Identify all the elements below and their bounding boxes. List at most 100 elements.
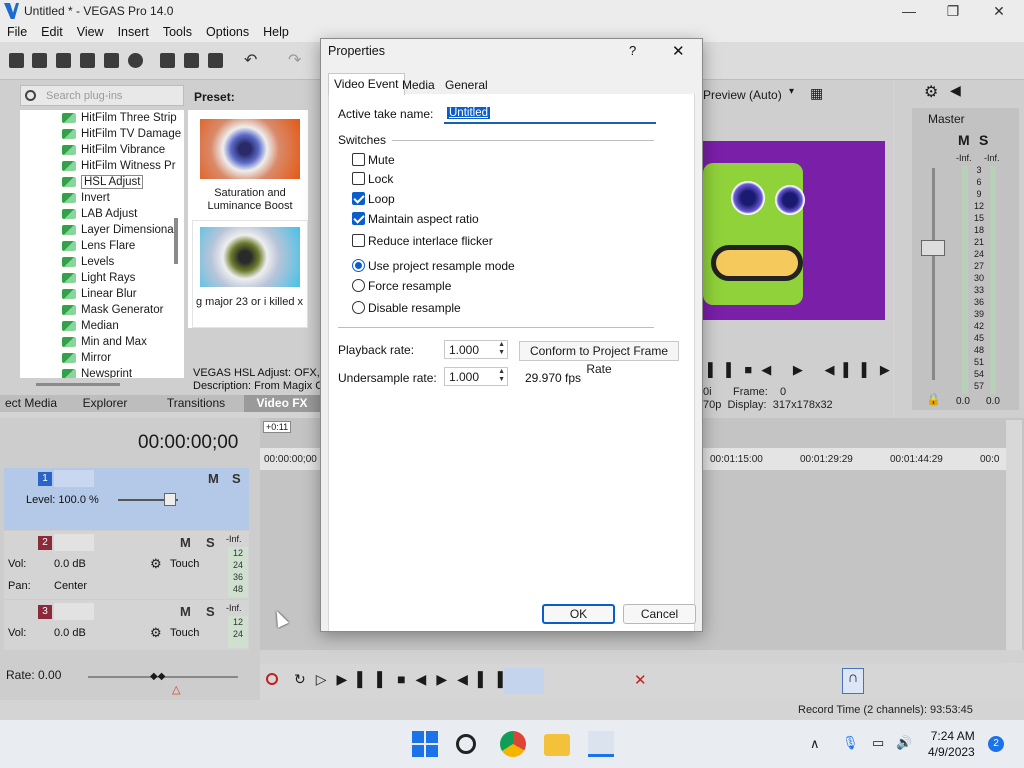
undo-icon[interactable]: ↶ bbox=[244, 50, 259, 69]
snap-magnet-icon[interactable]: ∩ bbox=[842, 668, 864, 694]
mute-checkbox[interactable] bbox=[352, 153, 365, 166]
tab-media[interactable]: Media bbox=[397, 75, 440, 95]
mute-button[interactable]: M bbox=[208, 471, 219, 486]
maintain-aspect-checkbox[interactable] bbox=[352, 212, 365, 225]
touch-mode[interactable]: Touch bbox=[170, 627, 199, 639]
save-as-icon[interactable] bbox=[80, 53, 95, 68]
tree-item[interactable]: Mask Generator bbox=[20, 302, 184, 318]
tree-item[interactable]: Min and Max bbox=[20, 334, 184, 350]
tree-item[interactable]: LAB Adjust bbox=[20, 206, 184, 222]
tree-item[interactable]: Light Rays bbox=[20, 270, 184, 286]
network-icon[interactable]: ▭ bbox=[872, 735, 884, 751]
tree-item[interactable]: Median bbox=[20, 318, 184, 334]
preview-mode-select[interactable]: Preview (Auto) bbox=[703, 88, 782, 102]
solo-button[interactable]: S bbox=[232, 471, 241, 486]
menu-help[interactable]: Help bbox=[256, 25, 296, 39]
solo-button[interactable]: S bbox=[979, 132, 988, 148]
properties-gear-icon[interactable] bbox=[128, 53, 143, 68]
timeline-hscrollbar[interactable] bbox=[260, 650, 1024, 663]
vegas-taskbar-icon[interactable] bbox=[588, 731, 614, 757]
tree-hscrollbar[interactable] bbox=[36, 383, 120, 386]
notification-badge[interactable]: 2 bbox=[988, 736, 1004, 752]
disable-resample-radio[interactable] bbox=[352, 301, 365, 314]
level-slider-handle[interactable] bbox=[164, 493, 176, 506]
preset-thumb-saturation[interactable] bbox=[200, 119, 300, 179]
speaker-icon[interactable]: ◀ bbox=[950, 82, 961, 99]
menu-tools[interactable]: Tools bbox=[156, 25, 199, 39]
tab-project-media[interactable]: ect Media bbox=[0, 395, 62, 412]
volume-icon[interactable]: 🔊 bbox=[896, 735, 912, 751]
tab-explorer[interactable]: Explorer bbox=[62, 395, 148, 412]
microphone-icon[interactable]: 🎙 bbox=[842, 735, 859, 751]
chevron-up-icon[interactable]: ∧ bbox=[810, 736, 820, 752]
gear-icon[interactable]: ⚙ bbox=[150, 625, 162, 641]
tree-item[interactable]: Layer Dimensional bbox=[20, 222, 184, 238]
tab-video-fx[interactable]: Video FX bbox=[244, 395, 320, 412]
loop-checkbox[interactable] bbox=[352, 192, 365, 205]
lock-icon[interactable]: 🔒 bbox=[926, 392, 941, 406]
take-name-input[interactable]: Untitled bbox=[444, 105, 656, 124]
track-name-field[interactable] bbox=[54, 603, 94, 620]
tree-item[interactable]: HitFilm Vibrance bbox=[20, 142, 184, 158]
touch-mode[interactable]: Touch bbox=[170, 558, 199, 570]
menu-edit[interactable]: Edit bbox=[34, 25, 70, 39]
windows-start-icon[interactable] bbox=[412, 731, 438, 757]
rate-slider-handle[interactable]: ◆◆ bbox=[150, 671, 165, 682]
record-icon[interactable] bbox=[266, 673, 278, 685]
spin-arrows-icon[interactable]: ▲ ▼ bbox=[498, 341, 505, 357]
solo-button[interactable]: S bbox=[206, 604, 215, 619]
new-file-icon[interactable] bbox=[9, 53, 24, 68]
audio-track-3[interactable]: 3 M S Vol: 0.0 dB ⚙ Touch -Inf. 12 24 bbox=[4, 600, 249, 650]
menu-view[interactable]: View bbox=[70, 25, 111, 39]
mute-button[interactable]: M bbox=[958, 132, 970, 148]
master-fader-handle[interactable] bbox=[921, 240, 945, 256]
track-name-field[interactable] bbox=[54, 470, 94, 487]
menu-options[interactable]: Options bbox=[199, 25, 256, 39]
audio-track-2[interactable]: 2 M S Vol: 0.0 dB Pan: Center ⚙ Touch 12… bbox=[4, 531, 249, 599]
menu-file[interactable]: File bbox=[0, 25, 34, 39]
copy-icon[interactable] bbox=[184, 53, 199, 68]
file-explorer-icon[interactable] bbox=[544, 734, 570, 756]
save-icon[interactable] bbox=[56, 53, 71, 68]
tree-scrollbar[interactable] bbox=[174, 218, 178, 264]
tree-item[interactable]: Newsprint bbox=[20, 366, 184, 378]
search-icon[interactable] bbox=[456, 734, 476, 754]
solo-button[interactable]: S bbox=[206, 535, 215, 550]
tree-item[interactable]: Levels bbox=[20, 254, 184, 270]
track-name-field[interactable] bbox=[54, 534, 94, 551]
reduce-flicker-checkbox[interactable] bbox=[352, 234, 365, 247]
plugin-tree[interactable]: HitFilm Three Strip HitFilm TV Damage Hi… bbox=[20, 110, 184, 378]
tab-transitions[interactable]: Transitions bbox=[148, 395, 244, 412]
lock-checkbox[interactable] bbox=[352, 172, 365, 185]
plugin-search-input[interactable]: Search plug-ins bbox=[20, 85, 184, 106]
video-track-1[interactable]: 1 M S Level: 100.0 % bbox=[4, 468, 249, 530]
minimize-button[interactable]: — bbox=[886, 0, 932, 22]
close-window-button[interactable]: ✕ bbox=[976, 0, 1022, 22]
tree-item[interactable]: HitFilm Witness Pr bbox=[20, 158, 184, 174]
paste-icon[interactable] bbox=[208, 53, 223, 68]
mute-button[interactable]: M bbox=[180, 604, 191, 619]
tab-general[interactable]: General bbox=[440, 75, 493, 95]
timeline-vscrollbar[interactable] bbox=[1006, 420, 1022, 664]
project-resample-radio[interactable] bbox=[352, 259, 365, 272]
taskbar-clock[interactable]: 7:24 AM 4/9/2023 bbox=[928, 728, 975, 760]
render-icon[interactable] bbox=[104, 53, 119, 68]
grid-icon[interactable]: ▦ bbox=[810, 85, 823, 102]
mute-button[interactable]: M bbox=[180, 535, 191, 550]
tree-item[interactable]: HitFilm Three Strip bbox=[20, 110, 184, 126]
help-button[interactable]: ? bbox=[629, 43, 636, 58]
transport-controls[interactable]: ↻▷▶▌▌■◀▶◀▌▌▶ bbox=[294, 671, 538, 688]
chrome-icon[interactable] bbox=[500, 731, 526, 757]
edit-tool-icon[interactable] bbox=[504, 668, 544, 694]
open-folder-icon[interactable] bbox=[32, 53, 47, 68]
cut-icon[interactable] bbox=[160, 53, 175, 68]
undersample-rate-input[interactable]: 1.000 ▲ ▼ bbox=[444, 367, 508, 386]
dialog-close-button[interactable]: ✕ bbox=[672, 42, 685, 60]
force-resample-radio[interactable] bbox=[352, 279, 365, 292]
tab-video-event[interactable]: Video Event bbox=[328, 73, 405, 95]
tree-item[interactable]: Invert bbox=[20, 190, 184, 206]
redo-icon[interactable]: ↷ bbox=[288, 50, 303, 69]
gear-icon[interactable]: ⚙ bbox=[150, 556, 162, 572]
menu-insert[interactable]: Insert bbox=[111, 25, 156, 39]
cancel-button[interactable]: Cancel bbox=[623, 604, 696, 624]
